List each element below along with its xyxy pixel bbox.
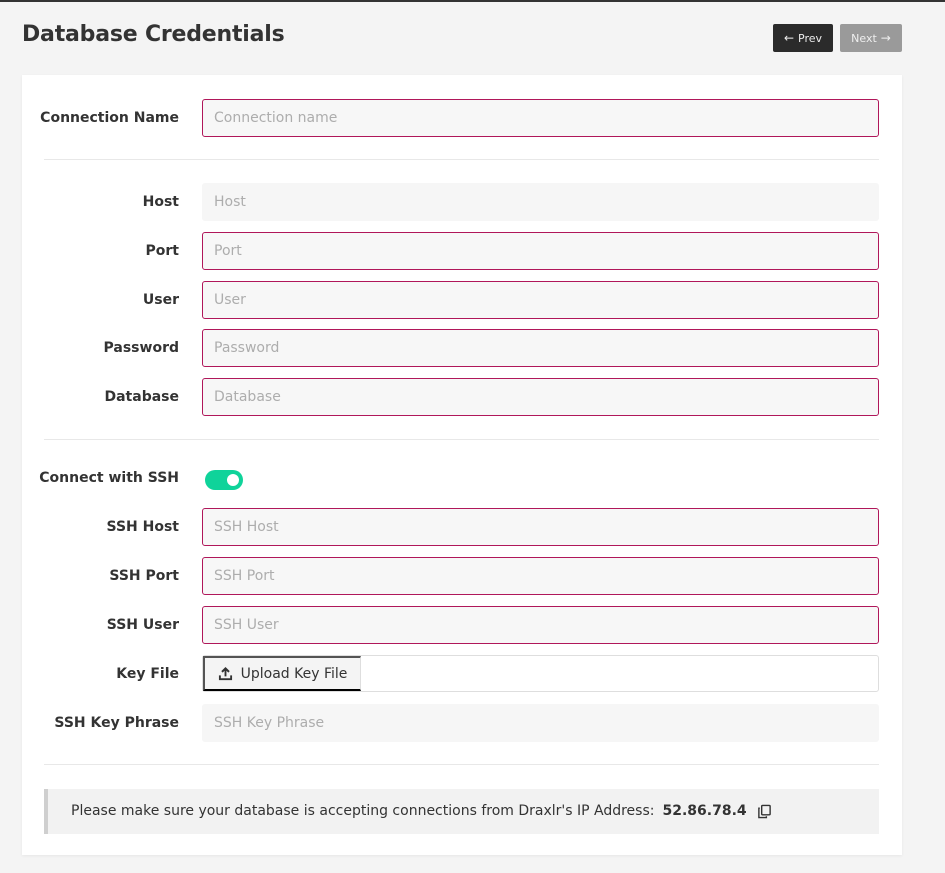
ssh-key-phrase-label: SSH Key Phrase [54,715,179,731]
copy-icon[interactable] [757,804,772,819]
ssh-key-phrase-input[interactable] [202,704,879,742]
host-input[interactable] [202,183,879,221]
next-button-label: Next [851,31,877,45]
key-file-upload: Upload Key File [202,655,879,692]
connect-ssh-row: Connect with SSH [22,459,902,497]
database-row: Database [22,378,902,416]
prev-button[interactable]: ← Prev [773,24,833,52]
ssh-user-label: SSH User [106,617,179,633]
host-row: Host [22,183,902,221]
ssh-port-label: SSH Port [109,568,179,584]
password-row: Password [22,329,902,367]
arrow-left-icon: ← [783,31,795,45]
upload-key-file-button[interactable]: Upload Key File [203,656,361,691]
page-title: Database Credentials [22,22,285,47]
key-file-label: Key File [116,666,179,682]
connection-name-label: Connection Name [40,110,179,126]
port-label: Port [145,243,179,259]
user-row: User [22,281,902,319]
ssh-host-row: SSH Host [22,508,902,546]
user-label: User [142,292,179,308]
next-button[interactable]: Next → [840,24,902,52]
connection-name-input[interactable] [202,99,879,137]
connection-name-row: Connection Name [22,99,902,137]
port-row: Port [22,232,902,270]
connect-ssh-toggle[interactable] [205,470,243,490]
user-input[interactable] [202,281,879,319]
ssh-port-input[interactable] [202,557,879,595]
database-input[interactable] [202,378,879,416]
credentials-card: Connection Name Host Port User Password … [22,75,902,855]
arrow-right-icon: → [880,31,891,45]
prev-button-label: Prev [798,31,823,45]
ssh-host-input[interactable] [202,508,879,546]
password-label: Password [103,340,179,356]
ip-notice: Please make sure your database is accept… [44,789,879,834]
ssh-port-row: SSH Port [22,557,902,595]
password-input[interactable] [202,329,879,367]
ssh-user-row: SSH User [22,606,902,644]
ip-address: 52.86.78.4 [662,803,747,819]
database-label: Database [104,389,179,405]
toggle-knob [227,474,239,486]
section-divider [44,439,879,440]
connect-ssh-label: Connect with SSH [39,470,179,486]
section-divider [44,764,879,765]
ssh-key-phrase-row: SSH Key Phrase [22,704,902,742]
ssh-user-input[interactable] [202,606,879,644]
upload-icon [218,666,233,681]
section-divider [44,159,879,160]
key-file-row: Key File Upload Key File [22,655,902,693]
upload-key-file-label: Upload Key File [240,665,348,682]
port-input[interactable] [202,232,879,270]
ip-notice-text: Please make sure your database is accept… [71,803,655,819]
ssh-host-label: SSH Host [106,519,180,535]
host-label: Host [142,194,179,210]
